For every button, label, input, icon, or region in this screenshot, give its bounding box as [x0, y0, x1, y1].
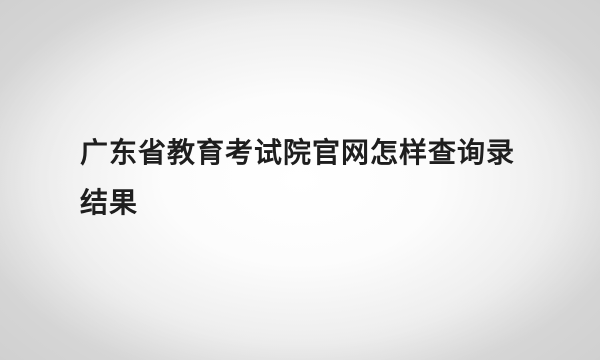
page-title: 广东省教育考试院官网怎样查询录结果 — [80, 136, 516, 219]
title-card: 广东省教育考试院官网怎样查询录结果 — [0, 0, 600, 360]
